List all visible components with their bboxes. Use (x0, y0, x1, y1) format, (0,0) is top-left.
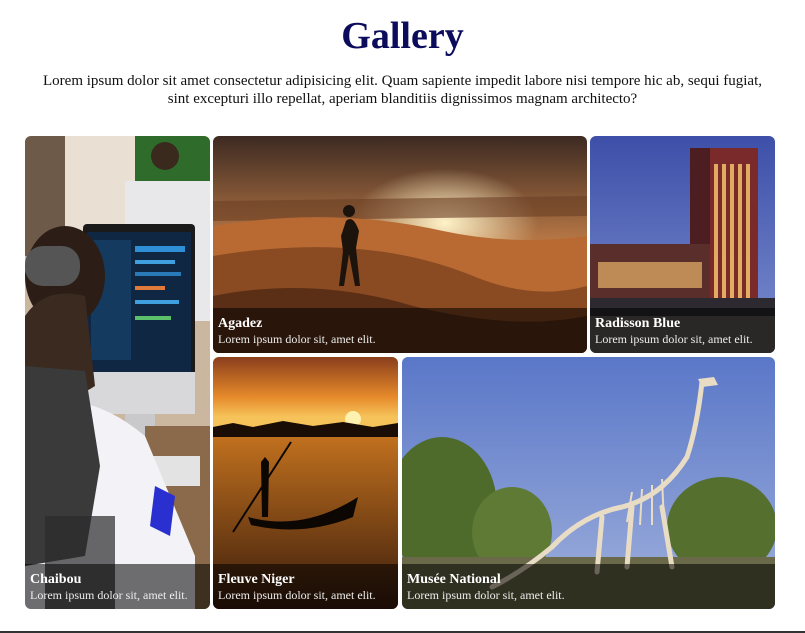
gallery-item-title: Chaibou (30, 572, 82, 587)
gallery-caption: Fleuve Niger Lorem ipsum dolor sit, amet… (213, 564, 398, 609)
gallery-caption: Chaibou Lorem ipsum dolor sit, amet elit… (25, 564, 210, 609)
gallery-item-agadez[interactable]: Agadez Lorem ipsum dolor sit, amet elit. (213, 136, 587, 353)
gallery-item-description: Lorem ipsum dolor sit, amet elit. (595, 332, 753, 346)
intro-text: Lorem ipsum dolor sit amet consectetur a… (43, 73, 762, 107)
gallery-item-chaibou[interactable]: Chaibou Lorem ipsum dolor sit, amet elit… (25, 136, 210, 609)
gallery-image-chaibou (25, 136, 210, 609)
gallery-item-title: Radisson Blue (595, 316, 681, 331)
gallery-item-radisson-blue[interactable]: Radisson Blue Lorem ipsum dolor sit, ame… (590, 136, 775, 353)
gallery-item-title: Musée National (407, 572, 501, 587)
page-title: Gallery (341, 15, 464, 57)
gallery-caption: Musée National Lorem ipsum dolor sit, am… (402, 564, 775, 609)
gallery-item-description: Lorem ipsum dolor sit, amet elit. (218, 332, 376, 346)
gallery-item-description: Lorem ipsum dolor sit, amet elit. (30, 588, 188, 602)
gallery-item-description: Lorem ipsum dolor sit, amet elit. (218, 588, 376, 602)
gallery-item-fleuve-niger[interactable]: Fleuve Niger Lorem ipsum dolor sit, amet… (213, 357, 398, 609)
gallery-item-musee-national[interactable]: Musée National Lorem ipsum dolor sit, am… (402, 357, 775, 609)
gallery-caption: Agadez Lorem ipsum dolor sit, amet elit. (213, 308, 587, 353)
gallery-item-title: Agadez (218, 316, 263, 331)
gallery-caption: Radisson Blue Lorem ipsum dolor sit, ame… (590, 308, 775, 353)
gallery-item-title: Fleuve Niger (218, 572, 295, 587)
gallery-item-description: Lorem ipsum dolor sit, amet elit. (407, 588, 565, 602)
